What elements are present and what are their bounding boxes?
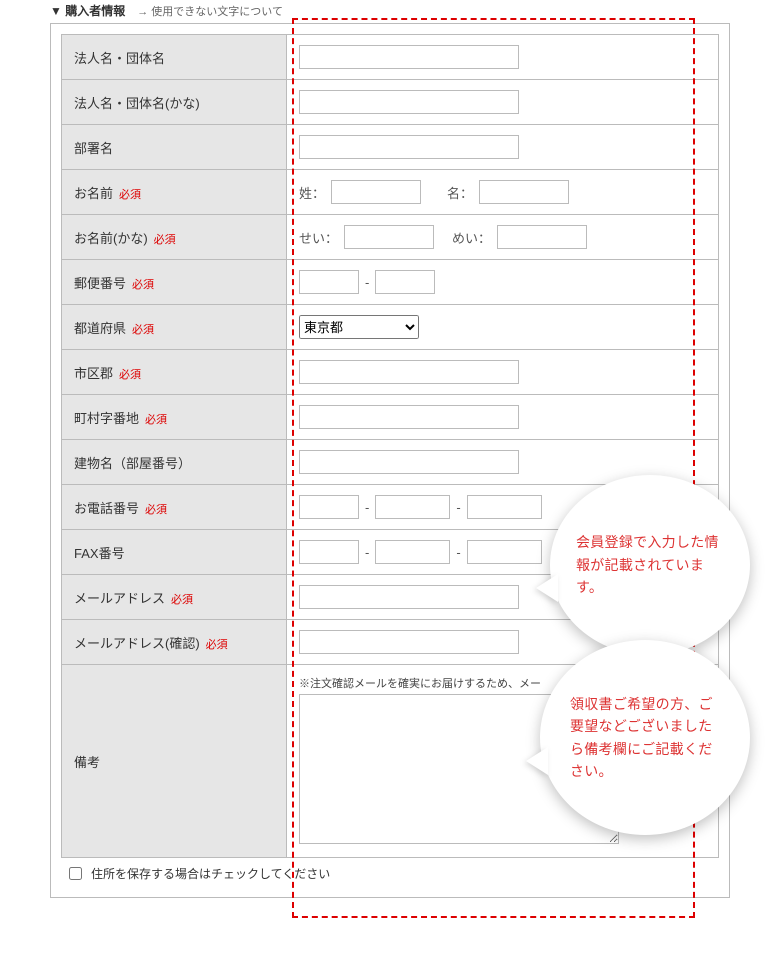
tel-3-input[interactable] (467, 495, 542, 519)
required-badge: 必須 (154, 234, 176, 246)
last-name-kana-input[interactable] (344, 225, 434, 249)
email-confirm-input[interactable] (299, 630, 519, 654)
postal-separator: - (365, 275, 369, 290)
postal-1-input[interactable] (299, 270, 359, 294)
fax-2-input[interactable] (375, 540, 450, 564)
email-input[interactable] (299, 585, 519, 609)
label-corp-name-kana: 法人名・団体名(かな) (62, 80, 287, 125)
callout-bubble-info: 会員登録で入力した情報が記載されています。 (550, 475, 750, 655)
label-email: メールアドレス必須 (62, 575, 287, 620)
label-remarks: 備考 (62, 665, 287, 858)
label-street: 町村字番地必須 (62, 395, 287, 440)
fax-1-input[interactable] (299, 540, 359, 564)
tel-separator: - (365, 500, 369, 515)
label-email-confirm: メールアドレス(確認)必須 (62, 620, 287, 665)
save-address-label: 住所を保存する場合はチェックしてください (91, 865, 330, 882)
label-department: 部署名 (62, 125, 287, 170)
required-badge: 必須 (171, 594, 193, 606)
required-badge: 必須 (119, 369, 141, 381)
label-tel: お電話番号必須 (62, 485, 287, 530)
required-badge: 必須 (206, 639, 228, 651)
label-postal: 郵便番号必須 (62, 260, 287, 305)
first-name-kana-input[interactable] (497, 225, 587, 249)
city-input[interactable] (299, 360, 519, 384)
label-name-kana: お名前(かな)必須 (62, 215, 287, 260)
department-input[interactable] (299, 135, 519, 159)
corp-name-input[interactable] (299, 45, 519, 69)
tel-2-input[interactable] (375, 495, 450, 519)
save-address-row: 住所を保存する場合はチェックしてください (61, 858, 719, 885)
prefecture-select[interactable]: 東京都 (299, 315, 419, 339)
save-address-checkbox[interactable] (69, 867, 82, 880)
tel-separator: - (456, 500, 460, 515)
required-badge: 必須 (132, 324, 154, 336)
postal-2-input[interactable] (375, 270, 435, 294)
label-prefecture: 都道府県必須 (62, 305, 287, 350)
first-name-input[interactable] (479, 180, 569, 204)
building-input[interactable] (299, 450, 519, 474)
fax-separator: - (456, 545, 460, 560)
section-title: ▼ 購入者情報 (50, 2, 125, 19)
required-badge: 必須 (132, 279, 154, 291)
label-building: 建物名（部屋番号） (62, 440, 287, 485)
label-name: お名前必須 (62, 170, 287, 215)
sei-prefix: 姓： (299, 183, 325, 202)
fax-separator: - (365, 545, 369, 560)
corp-name-kana-input[interactable] (299, 90, 519, 114)
required-badge: 必須 (145, 504, 167, 516)
label-city: 市区郡必須 (62, 350, 287, 395)
fax-3-input[interactable] (467, 540, 542, 564)
required-badge: 必須 (145, 414, 167, 426)
callout-bubble-remarks: 領収書ご希望の方、ご要望などございましたら備考欄にご記載ください。 (540, 640, 750, 835)
sei-kana-prefix: せい： (299, 228, 338, 247)
section-header: ▼ 購入者情報 → 使用できない文字について (50, 0, 730, 23)
last-name-input[interactable] (331, 180, 421, 204)
label-fax: FAX番号 (62, 530, 287, 575)
street-input[interactable] (299, 405, 519, 429)
invalid-chars-link[interactable]: → 使用できない文字について (137, 3, 283, 19)
label-corp-name: 法人名・団体名 (62, 35, 287, 80)
required-badge: 必須 (119, 189, 141, 201)
mei-kana-prefix: めい： (452, 228, 491, 247)
mei-prefix: 名： (447, 183, 473, 202)
tel-1-input[interactable] (299, 495, 359, 519)
